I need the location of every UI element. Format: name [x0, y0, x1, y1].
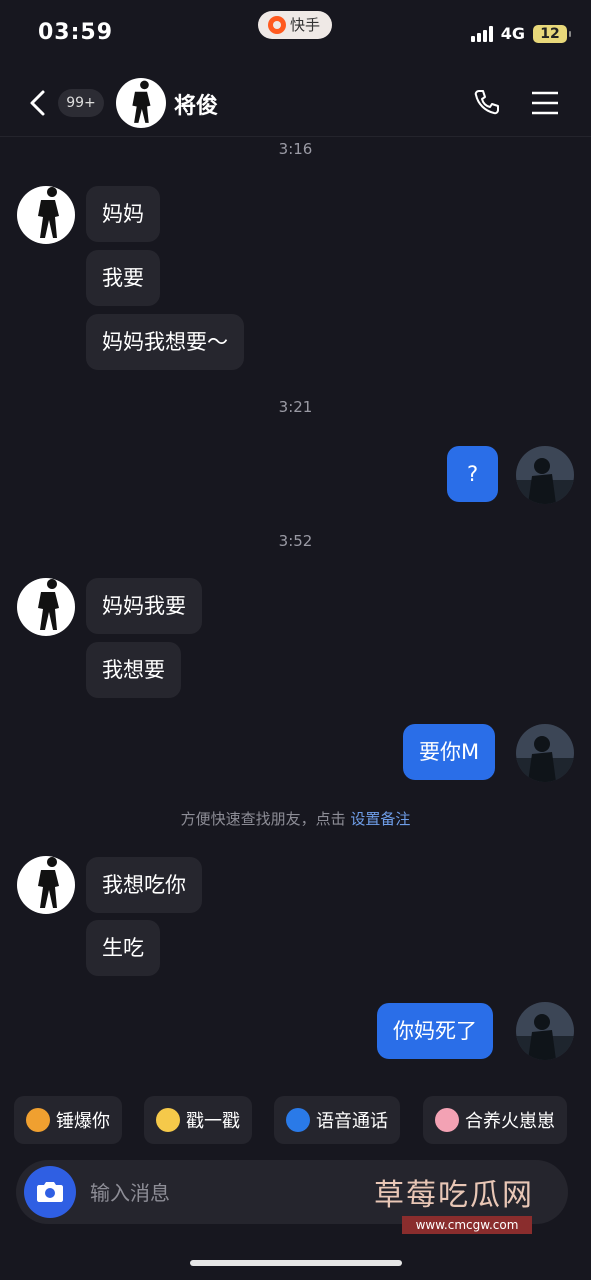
message-outgoing[interactable]: 要你M — [403, 724, 496, 780]
network-type: 4G — [500, 24, 525, 43]
status-time: 03:59 — [38, 20, 114, 45]
contact-avatar[interactable] — [17, 186, 75, 244]
back-arrow-icon[interactable] — [26, 88, 52, 118]
timestamp: 3:52 — [278, 532, 313, 550]
unread-badge[interactable]: 99+ — [58, 89, 104, 117]
message-incoming[interactable]: 我想要 — [86, 642, 181, 698]
message-incoming[interactable]: 妈妈 — [86, 186, 160, 242]
menu-icon[interactable] — [531, 90, 559, 116]
message-incoming[interactable]: 妈妈我想要～ — [86, 314, 244, 370]
timestamp: 3:21 — [278, 398, 313, 416]
kuaishou-logo-icon — [268, 16, 286, 34]
camera-icon — [37, 1182, 63, 1202]
message-input[interactable]: 输入消息 — [90, 1177, 170, 1206]
status-bar: 03:59 快手 4G 12 — [0, 0, 591, 70]
quick-action-poke[interactable]: 戳一戳 — [144, 1096, 252, 1144]
message-incoming[interactable]: 生吃 — [86, 920, 160, 976]
signal-icon — [470, 25, 493, 42]
set-remark-link[interactable]: 设置备注 — [350, 810, 410, 828]
quick-action-label: 锤爆你 — [56, 1111, 110, 1132]
my-avatar[interactable] — [516, 724, 574, 782]
quick-action-label: 语音通话 — [316, 1111, 388, 1132]
camera-button[interactable] — [24, 1166, 76, 1218]
battery-icon: 12 — [533, 24, 571, 43]
contact-avatar[interactable] — [17, 578, 75, 636]
app-indicator[interactable]: 快手 — [258, 11, 333, 39]
contact-avatar[interactable] — [116, 78, 166, 128]
system-hint-text: 方便快速查找朋友，点击 — [180, 810, 346, 828]
poke-emoji-icon — [156, 1108, 180, 1132]
message-incoming[interactable]: 我想吃你 — [86, 857, 202, 913]
watermark-url: www.cmcgw.com — [402, 1216, 532, 1234]
phone-icon — [286, 1108, 310, 1132]
message-incoming[interactable]: 妈妈我要 — [86, 578, 202, 634]
message-outgoing[interactable]: 你妈死了 — [377, 1003, 493, 1059]
chat-header: 99+ 将俊 — [0, 70, 591, 137]
quick-action-label: 合养火崽崽 — [465, 1111, 555, 1132]
status-right: 4G 12 — [470, 24, 571, 43]
my-avatar[interactable] — [516, 1002, 574, 1060]
timestamp: 3:16 — [278, 140, 313, 158]
app-name: 快手 — [290, 16, 321, 34]
message-outgoing[interactable]: ? — [447, 446, 499, 502]
watermark-text: 草莓吃瓜网 — [374, 1178, 534, 1213]
contact-name[interactable]: 将俊 — [174, 88, 218, 120]
quick-action-voice-call[interactable]: 语音通话 — [274, 1096, 400, 1144]
quick-action-fire-pet[interactable]: 合养火崽崽 — [423, 1096, 567, 1144]
hammer-icon — [26, 1108, 50, 1132]
system-hint: 方便快速查找朋友，点击 设置备注 — [0, 808, 591, 829]
phone-icon[interactable] — [473, 88, 501, 116]
my-avatar[interactable] — [516, 446, 574, 504]
contact-avatar[interactable] — [17, 856, 75, 914]
pet-icon — [435, 1108, 459, 1132]
quick-action-label: 戳一戳 — [186, 1111, 240, 1132]
message-incoming[interactable]: 我要 — [86, 250, 160, 306]
home-indicator[interactable] — [190, 1260, 402, 1266]
quick-action-hammer[interactable]: 锤爆你 — [14, 1096, 122, 1144]
